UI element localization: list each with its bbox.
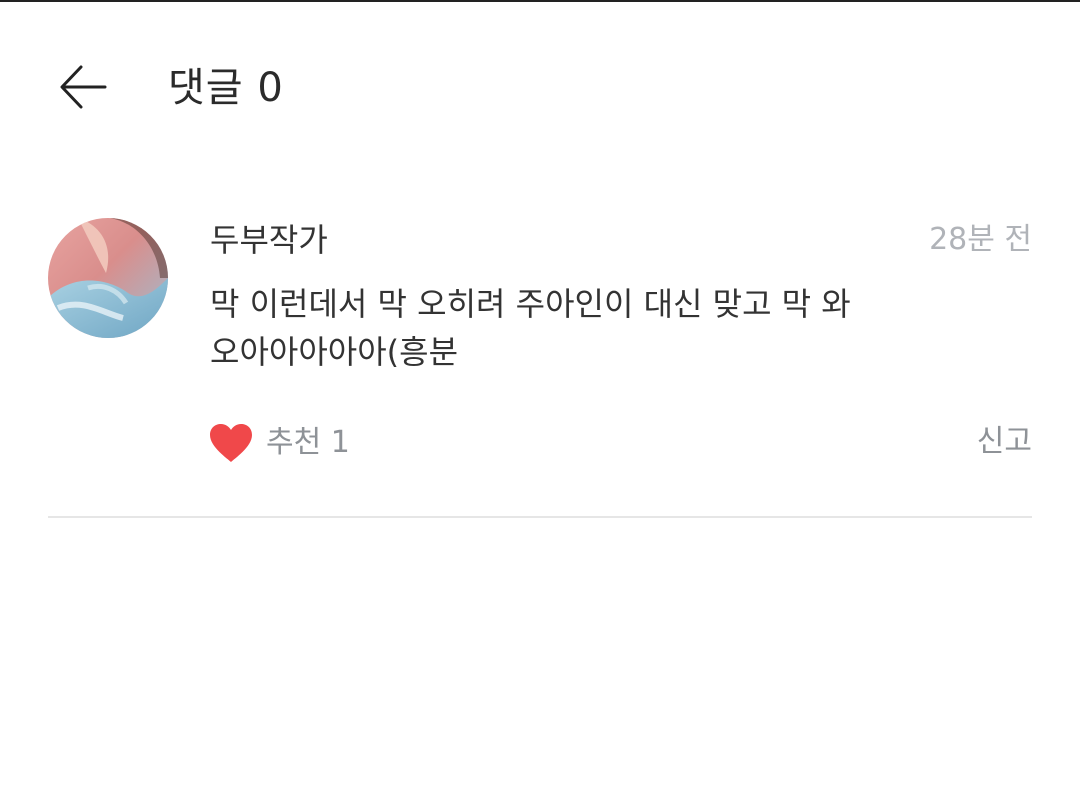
back-button[interactable] [52,56,114,118]
report-button[interactable]: 신고 [977,420,1032,464]
comment-body: 막 이런데서 막 오히려 주아인이 대신 맞고 막 와 오아아아아아(흥분 [210,280,1010,376]
top-border [0,0,1080,2]
comment-body-line-2: 오아아아아아(흥분 [210,333,459,371]
comment-item: 두부작가 28분 전 막 이런데서 막 오히려 주아인이 대신 맞고 막 와 오… [48,210,1032,518]
avatar[interactable] [48,218,168,338]
comment-body-line-1: 막 이런데서 막 오히려 주아인이 대신 맞고 막 와 [210,285,851,323]
arrow-left-icon [60,65,107,109]
comment-timestamp: 28분 전 [929,222,1032,257]
comment-author[interactable]: 두부작가 [210,218,328,262]
heart-icon [210,424,252,462]
like-count-label: 추천 1 [266,425,350,460]
page-title: 댓글 0 [168,65,284,111]
header: 댓글 0 [0,40,1080,136]
like-button[interactable]: 추천 1 [208,418,350,468]
